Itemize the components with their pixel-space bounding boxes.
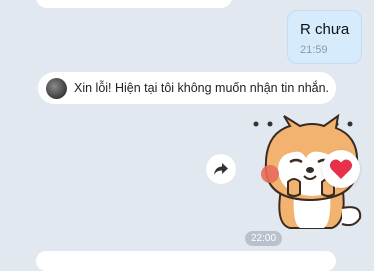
sent-message-text: R chưa bbox=[300, 21, 350, 38]
auto-reply-text: Xin lỗi! Hiện tại tôi không muốn nhận ti… bbox=[74, 81, 330, 95]
sticker-time: 22:00 bbox=[245, 231, 282, 246]
heart-icon bbox=[329, 159, 353, 179]
auto-reply-notice[interactable]: Xin lỗi! Hiện tại tôi không muốn nhận ti… bbox=[38, 72, 336, 104]
reaction-badge[interactable] bbox=[322, 150, 360, 188]
sent-message-bubble[interactable]: R chưa 21:59 bbox=[287, 10, 362, 64]
next-message-bubble[interactable] bbox=[36, 251, 336, 271]
sent-message-time: 21:59 bbox=[300, 44, 328, 56]
forward-button[interactable] bbox=[206, 154, 236, 184]
avatar[interactable] bbox=[46, 78, 67, 99]
forward-icon bbox=[214, 163, 228, 175]
previous-message-bubble[interactable] bbox=[36, 0, 232, 8]
